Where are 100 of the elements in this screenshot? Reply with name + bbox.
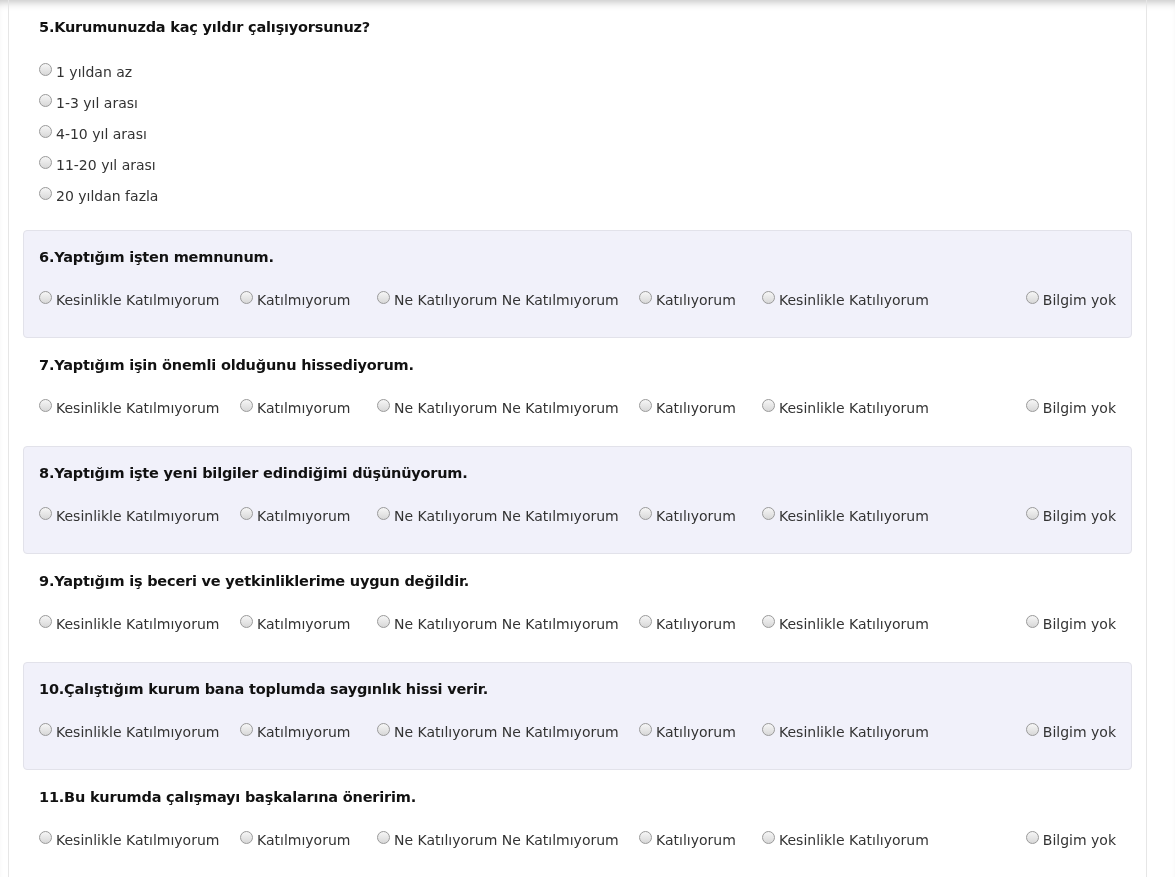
radio-option[interactable]: Katılmıyorum bbox=[240, 614, 377, 634]
radio-option[interactable]: 20 yıldan fazla bbox=[39, 186, 1116, 206]
radio-button[interactable] bbox=[377, 291, 390, 304]
radio-button[interactable] bbox=[39, 125, 52, 138]
radio-button[interactable] bbox=[639, 615, 652, 628]
radio-button[interactable] bbox=[39, 399, 52, 412]
option-label: Katılıyorum bbox=[656, 292, 736, 308]
radio-button[interactable] bbox=[240, 399, 253, 412]
radio-option[interactable]: Bilgim yok bbox=[1025, 398, 1116, 418]
option-label: Katılıyorum bbox=[656, 616, 736, 632]
radio-button[interactable] bbox=[1025, 831, 1039, 844]
radio-button[interactable] bbox=[377, 615, 390, 628]
option-label: Kesinlikle Katılıyorum bbox=[779, 832, 929, 848]
radio-option[interactable]: Kesinlikle Katılmıyorum bbox=[39, 398, 240, 418]
radio-option[interactable]: Kesinlikle Katılıyorum bbox=[762, 398, 1026, 418]
radio-button[interactable] bbox=[377, 831, 390, 844]
option-label: Kesinlikle Katılmıyorum bbox=[56, 832, 220, 848]
radio-button[interactable] bbox=[1025, 615, 1039, 628]
radio-button[interactable] bbox=[39, 723, 52, 736]
option-label: Bilgim yok bbox=[1042, 508, 1116, 524]
radio-button[interactable] bbox=[240, 831, 253, 844]
radio-option[interactable]: 4-10 yıl arası bbox=[39, 124, 1116, 144]
radio-option[interactable]: Katılıyorum bbox=[639, 722, 762, 742]
radio-button[interactable] bbox=[762, 831, 775, 844]
radio-option[interactable]: Katılıyorum bbox=[639, 290, 762, 310]
radio-option[interactable]: Kesinlikle Katılmıyorum bbox=[39, 830, 240, 850]
radio-option[interactable]: Kesinlikle Katılıyorum bbox=[762, 722, 1026, 742]
option-label: Bilgim yok bbox=[1042, 832, 1116, 848]
radio-option[interactable]: Bilgim yok bbox=[1025, 290, 1116, 310]
option-label: Bilgim yok bbox=[1042, 724, 1116, 740]
question-title: 10.Çalıştığım kurum bana toplumda saygınlık hissi verir. bbox=[39, 681, 489, 697]
option-label: 4-10 yıl arası bbox=[56, 126, 147, 142]
radio-option[interactable]: 11-20 yıl arası bbox=[39, 155, 1116, 175]
radio-option[interactable]: Ne Katılıyorum Ne Katılmıyorum bbox=[377, 506, 639, 526]
radio-button[interactable] bbox=[240, 723, 253, 736]
option-label: Kesinlikle Katılıyorum bbox=[779, 400, 929, 416]
radio-button[interactable] bbox=[377, 723, 390, 736]
radio-button[interactable] bbox=[377, 399, 390, 412]
radio-option[interactable]: Katılmıyorum bbox=[240, 398, 377, 418]
radio-button[interactable] bbox=[639, 507, 652, 520]
radio-option[interactable]: Katılmıyorum bbox=[240, 506, 377, 526]
radio-button[interactable] bbox=[762, 615, 775, 628]
radio-option[interactable]: Katılıyorum bbox=[639, 398, 762, 418]
option-label: 1-3 yıl arası bbox=[56, 95, 138, 111]
radio-button[interactable] bbox=[39, 291, 52, 304]
radio-option[interactable]: Kesinlikle Katılıyorum bbox=[762, 290, 1026, 310]
radio-button[interactable] bbox=[39, 507, 52, 520]
option-label: Kesinlikle Katılıyorum bbox=[779, 508, 929, 524]
radio-button[interactable] bbox=[762, 291, 775, 304]
radio-option[interactable]: Katılıyorum bbox=[639, 830, 762, 850]
radio-button[interactable] bbox=[39, 187, 52, 200]
question-title: 7.Yaptığım işin önemli olduğunu hissediyorum. bbox=[39, 357, 415, 373]
option-label: Katılıyorum bbox=[656, 832, 736, 848]
option-label: Ne Katılıyorum Ne Katılmıyorum bbox=[394, 508, 619, 524]
radio-option[interactable]: Kesinlikle Katılmıyorum bbox=[39, 614, 240, 634]
radio-button[interactable] bbox=[1025, 291, 1039, 304]
radio-option[interactable]: Bilgim yok bbox=[1025, 722, 1116, 742]
radio-option[interactable]: 1 yıldan az bbox=[39, 62, 1116, 82]
radio-option[interactable]: Kesinlikle Katılmıyorum bbox=[39, 506, 240, 526]
radio-option[interactable]: Katılmıyorum bbox=[240, 722, 377, 742]
radio-button[interactable] bbox=[39, 156, 52, 169]
radio-button[interactable] bbox=[639, 831, 652, 844]
radio-option[interactable]: 1-3 yıl arası bbox=[39, 93, 1116, 113]
radio-button[interactable] bbox=[39, 615, 52, 628]
radio-button[interactable] bbox=[240, 615, 253, 628]
radio-button[interactable] bbox=[762, 399, 775, 412]
radio-option[interactable]: Kesinlikle Katılıyorum bbox=[762, 830, 1026, 850]
option-label: Kesinlikle Katılmıyorum bbox=[56, 616, 220, 632]
radio-option[interactable]: Bilgim yok bbox=[1025, 830, 1116, 850]
radio-option[interactable]: Kesinlikle Katılmıyorum bbox=[39, 722, 240, 742]
radio-option[interactable]: Katılıyorum bbox=[639, 614, 762, 634]
radio-option[interactable]: Kesinlikle Katılıyorum bbox=[762, 506, 1026, 526]
radio-option[interactable]: Ne Katılıyorum Ne Katılmıyorum bbox=[377, 614, 639, 634]
radio-button[interactable] bbox=[240, 507, 253, 520]
radio-button[interactable] bbox=[39, 63, 52, 76]
radio-option[interactable]: Ne Katılıyorum Ne Katılmıyorum bbox=[377, 830, 639, 850]
radio-option[interactable]: Ne Katılıyorum Ne Katılmıyorum bbox=[377, 722, 639, 742]
radio-button[interactable] bbox=[1025, 723, 1039, 736]
radio-button[interactable] bbox=[639, 291, 652, 304]
radio-option[interactable]: Kesinlikle Katılmıyorum bbox=[39, 290, 240, 310]
radio-button[interactable] bbox=[377, 507, 390, 520]
radio-option[interactable]: Bilgim yok bbox=[1025, 614, 1116, 634]
radio-button[interactable] bbox=[762, 507, 775, 520]
radio-button[interactable] bbox=[39, 94, 52, 107]
radio-button[interactable] bbox=[762, 723, 775, 736]
radio-option[interactable]: Ne Katılıyorum Ne Katılmıyorum bbox=[377, 290, 639, 310]
option-label: Katılmıyorum bbox=[257, 508, 351, 524]
radio-button[interactable] bbox=[639, 399, 652, 412]
radio-option[interactable]: Ne Katılıyorum Ne Katılmıyorum bbox=[377, 398, 639, 418]
radio-option[interactable]: Katılmıyorum bbox=[240, 830, 377, 850]
radio-button[interactable] bbox=[1025, 399, 1039, 412]
radio-button[interactable] bbox=[240, 291, 253, 304]
question-title: 8.Yaptığım işte yeni bilgiler edindiğimi düşünüyorum. bbox=[39, 465, 469, 481]
radio-button[interactable] bbox=[639, 723, 652, 736]
radio-option[interactable]: Kesinlikle Katılıyorum bbox=[762, 614, 1026, 634]
radio-option[interactable]: Bilgim yok bbox=[1025, 506, 1116, 526]
radio-button[interactable] bbox=[1025, 507, 1039, 520]
radio-button[interactable] bbox=[39, 831, 52, 844]
radio-option[interactable]: Katılmıyorum bbox=[240, 290, 377, 310]
radio-option[interactable]: Katılıyorum bbox=[639, 506, 762, 526]
